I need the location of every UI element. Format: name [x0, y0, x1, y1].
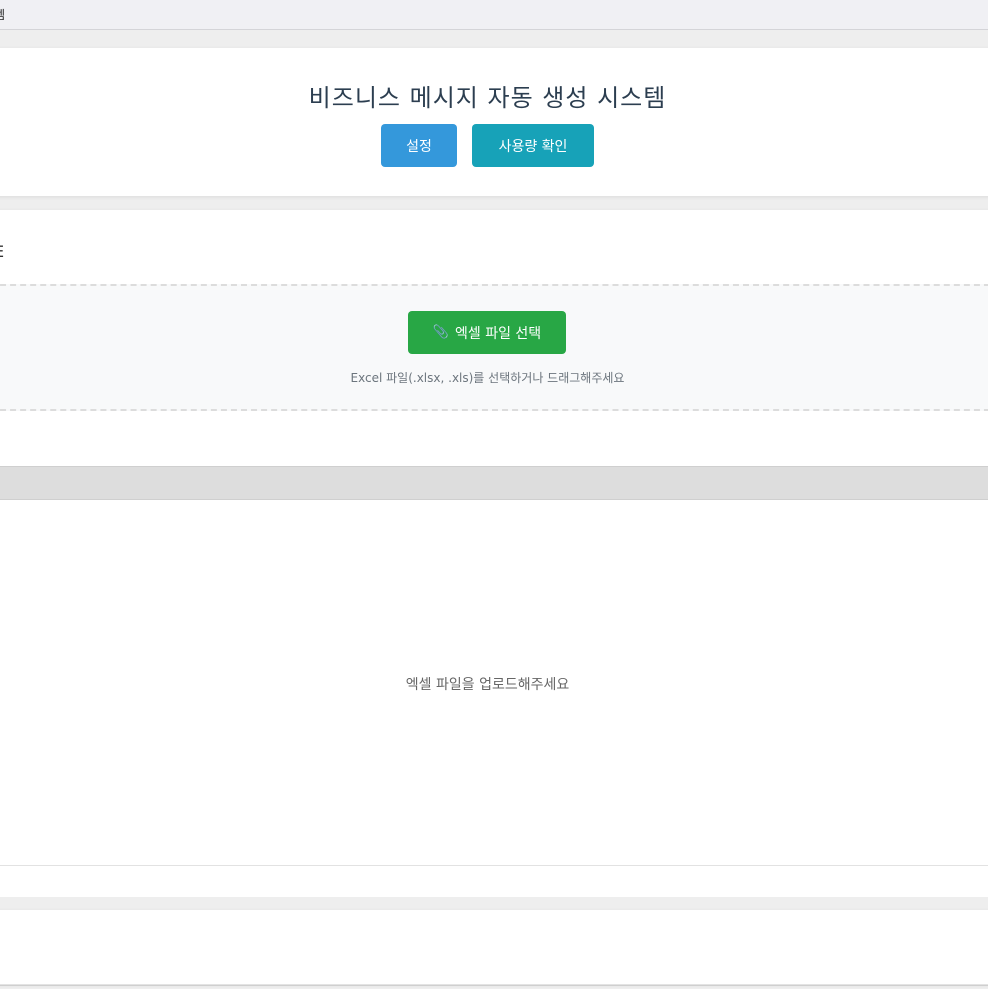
preview-footer — [0, 865, 988, 897]
dropzone-hint: Excel 파일(.xlsx, .xls)를 선택하거나 드래그해주세요 — [350, 371, 625, 385]
preview-header-bar — [0, 466, 988, 500]
bottom-divider — [0, 985, 988, 986]
paperclip-icon: 📎 — [432, 325, 449, 340]
settings-button[interactable]: 설정 — [381, 124, 457, 167]
select-excel-file-label: 엑셀 파일 선택 — [455, 325, 542, 342]
header-card — [0, 48, 988, 196]
bottom-card — [0, 910, 988, 984]
page-title: 비즈니스 메시지 자동 생성 시스템 — [308, 84, 667, 112]
select-excel-file-button[interactable]: 📎 엑셀 파일 선택 — [408, 311, 566, 354]
window-title: 템 — [0, 6, 5, 23]
usage-check-button[interactable]: 사용량 확인 — [472, 124, 594, 167]
window-titlebar: 템 — [0, 0, 988, 30]
preview-empty-message: 엑셀 파일을 업로드해주세요 — [405, 677, 570, 693]
upload-section-heading: E — [0, 242, 4, 261]
